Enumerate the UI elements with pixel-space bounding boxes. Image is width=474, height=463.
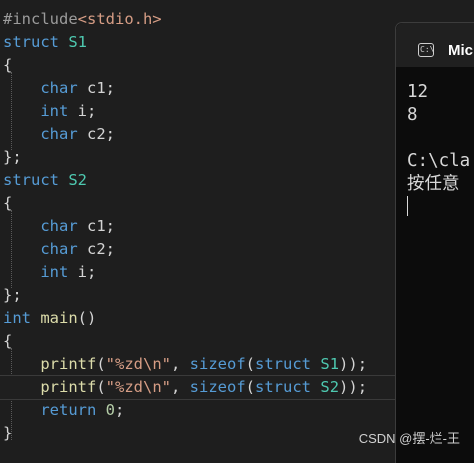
code-line[interactable]: };: [0, 284, 22, 307]
code-token: ;: [115, 401, 125, 419]
code-token: ,: [171, 378, 190, 396]
code-token: struct: [255, 355, 312, 373]
code-token: c1;: [77, 217, 115, 235]
terminal-tab[interactable]: C:\ Mic: [396, 23, 474, 67]
code-token: 0: [105, 401, 116, 419]
code-token: struct: [3, 33, 59, 51]
code-token: sizeof: [189, 355, 246, 373]
code-line[interactable]: {: [0, 192, 12, 215]
terminal-output-line: 12: [407, 82, 429, 102]
code-line[interactable]: printf("%zd\n", sizeof(struct S1));: [0, 353, 367, 376]
code-line[interactable]: char c2;: [0, 238, 115, 261]
code-token: {: [3, 332, 13, 350]
terminal-cursor: [407, 196, 408, 216]
code-token: ,: [171, 355, 190, 373]
code-line[interactable]: int i;: [0, 261, 96, 284]
code-token: S1: [320, 355, 340, 373]
code-token: main: [40, 309, 78, 327]
code-token: ));: [339, 378, 368, 396]
code-token: sizeof: [189, 378, 246, 396]
code-line[interactable]: }: [0, 422, 12, 445]
code-token: int: [40, 102, 69, 120]
code-line[interactable]: printf("%zd\n", sizeof(struct S2));: [0, 375, 397, 400]
code-token: <stdio.h>: [77, 10, 162, 28]
code-line[interactable]: return 0;: [0, 399, 124, 422]
code-token: (: [245, 378, 256, 396]
terminal-output-line: C:\cla: [407, 151, 471, 171]
code-token: c2;: [77, 125, 115, 143]
code-line[interactable]: {: [0, 54, 12, 77]
terminal-output-line: 按任意: [407, 174, 460, 194]
code-token: (: [245, 355, 256, 373]
code-token: ));: [339, 355, 368, 373]
code-token: };: [3, 286, 22, 304]
code-token: {: [3, 56, 13, 74]
code-token: {: [3, 194, 13, 212]
code-line[interactable]: {: [0, 330, 12, 353]
code-line[interactable]: struct S2: [0, 169, 87, 192]
code-token: "%zd\n": [105, 355, 171, 373]
code-token: i;: [68, 263, 97, 281]
code-token: printf: [40, 378, 97, 396]
code-token: (): [77, 309, 97, 327]
code-token: i;: [68, 102, 97, 120]
watermark: CSDN @摆-烂-王: [358, 431, 460, 446]
terminal-title: Mic: [448, 42, 474, 59]
code-token: };: [3, 148, 22, 166]
code-token: printf: [40, 355, 97, 373]
code-token: }: [3, 424, 13, 442]
code-line[interactable]: char c1;: [0, 215, 115, 238]
code-token: S2: [320, 378, 340, 396]
code-token: struct: [3, 171, 59, 189]
code-token: #include: [3, 10, 78, 28]
code-token: char: [40, 240, 78, 258]
code-line[interactable]: };: [0, 146, 22, 169]
code-token: "%zd\n": [105, 378, 171, 396]
code-token: char: [40, 79, 78, 97]
code-token: return: [40, 401, 97, 419]
terminal-output-line: 8: [407, 105, 418, 125]
code-token: c1;: [77, 79, 115, 97]
code-token: S2: [68, 171, 88, 189]
code-token: c2;: [77, 240, 115, 258]
code-token: S1: [68, 33, 88, 51]
code-token: char: [40, 217, 78, 235]
code-line[interactable]: int i;: [0, 100, 96, 123]
terminal-icon: C:\: [418, 43, 434, 57]
code-token: char: [40, 125, 78, 143]
terminal-window[interactable]: C:\ Mic 12 8 C:\cla 按任意: [395, 22, 474, 463]
code-line[interactable]: char c1;: [0, 77, 115, 100]
code-token: (: [96, 378, 106, 396]
code-token: struct: [255, 378, 312, 396]
code-token: int: [40, 263, 69, 281]
code-token: int: [3, 309, 31, 327]
code-line[interactable]: char c2;: [0, 123, 115, 146]
code-line[interactable]: #include<stdio.h>: [0, 8, 162, 31]
code-line[interactable]: struct S1: [0, 31, 87, 54]
code-line[interactable]: int main(): [0, 307, 96, 330]
code-token: (: [96, 355, 106, 373]
